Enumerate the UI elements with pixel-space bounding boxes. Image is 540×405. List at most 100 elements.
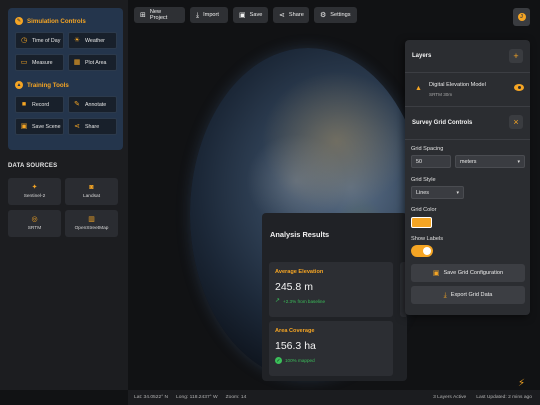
plus-square-icon: ⊞ [140,11,146,19]
divider [405,139,530,140]
save-scene-label: Save Scene [32,123,61,130]
compass-icon: ✎ [15,17,23,25]
measure-label: Measure [32,59,53,66]
mountain-icon: ▲ [415,85,422,92]
plot-area-icon: ▦ [73,59,81,66]
layer-name: Digital Elevation Model [429,82,486,88]
simulation-controls-header: ✎ Simulation Controls [15,17,86,25]
record-label: Record [32,101,50,108]
data-source-sentinel-2[interactable]: ✦ Sentinel-2 [8,178,61,205]
grid-color-swatch[interactable] [411,217,432,228]
data-source-openstreetmap[interactable]: ▥ OpenStreetMap [65,210,118,237]
latitude-readout: Lat: 34.0522° N [134,395,169,400]
annotate-button[interactable]: ✎ Annotate [68,96,117,113]
metric-status-text: 100% mapped [285,358,315,363]
data-source-label: Sentinel-2 [23,194,46,199]
status-bar: Lat: 34.0522° N Long: 118.2437° W Zoom: … [128,390,540,405]
help-fab-button[interactable]: ⚡ [513,375,530,391]
record-button[interactable]: ■ Record [15,96,64,113]
controls-panel: ✎ Simulation Controls ◷ Time of Day ☀ We… [8,8,123,150]
share-icon: ⋖ [279,11,285,19]
export-grid-data-button[interactable]: ⤓ Export Grid Data [411,286,525,304]
floppy-icon: ▣ [239,11,246,19]
floppy-icon: ▣ [432,269,440,277]
metric-trend: ↗ +2.3% from baseline [275,298,325,304]
weather-button[interactable]: ☀ Weather [68,32,117,49]
save-scene-button[interactable]: ▣ Save Scene [15,118,64,135]
save-grid-configuration-button[interactable]: ▣ Save Grid Configuration [411,264,525,282]
settings-button[interactable]: ⚙ Settings [314,7,357,23]
metric-status: ✓ 100% mapped [275,357,315,364]
share-scene-label: Share [85,123,100,130]
layer-source: SRTM 30m [429,92,453,97]
close-grid-controls-button[interactable]: × [509,115,523,129]
data-source-label: SRTM [27,226,42,231]
settings-label: Settings [330,12,351,18]
plus-icon: + [513,50,519,61]
metric-value: 245.8 m [275,281,313,293]
save-label: Save [249,12,263,18]
share-icon: ⋖ [74,123,80,130]
analysis-results-title: Analysis Results [270,230,330,239]
trend-up-icon: ↗ [275,298,281,304]
clock-icon: ◷ [20,37,28,44]
metric-label: Average Elevation [275,269,324,275]
lightning-icon: ⚡ [517,377,526,389]
user-menu-button[interactable]: J [513,8,530,26]
survey-grid-title: Survey Grid Controls [412,120,473,126]
import-label: Import [203,12,219,18]
grid-style-select[interactable]: Lines ▾ [411,186,464,199]
left-sidebar: ✎ Simulation Controls ◷ Time of Day ☀ We… [0,0,128,390]
grid-unit-value: meters [460,158,477,165]
layer-item-dem[interactable]: ▲ Digital Elevation Model SRTM 30m [411,77,525,101]
export-grid-label: Export Grid Data [450,292,493,298]
grid-style-label: Grid Style [411,177,436,183]
chevron-down-icon: ▾ [456,190,459,196]
grid-color-label: Grid Color [411,207,437,213]
visibility-eye-icon[interactable] [514,84,524,91]
share-scene-button[interactable]: ⋖ Share [68,118,117,135]
close-icon: × [513,116,519,127]
download-icon: ⤓ [196,11,200,19]
annotate-label: Annotate [85,101,107,108]
show-labels-label: Show Labels [411,236,444,242]
video-camera-icon: ■ [21,101,27,108]
divider [405,72,530,73]
import-button[interactable]: ⤓ Import [190,7,228,23]
training-tools-title: Training Tools [27,81,69,89]
plot-area-label: Plot Area [85,59,107,66]
time-of-day-button[interactable]: ◷ Time of Day [15,32,64,49]
weather-label: Weather [85,37,105,44]
metric-value: 156.3 ha [275,340,316,352]
target-icon: ◎ [31,216,38,223]
save-button[interactable]: ▣ Save [233,7,268,23]
new-project-button[interactable]: ⊞ New Project [134,7,185,23]
longitude-readout: Long: 118.2437° W [176,395,218,400]
metric-label: Area Coverage [275,328,315,334]
average-elevation-card: Average Elevation 245.8 m ↗ +2.3% from b… [269,262,393,317]
layers-title: Layers [412,53,432,59]
data-source-srtm[interactable]: ◎ SRTM [8,210,61,237]
show-labels-toggle[interactable] [411,245,433,257]
pencil-icon: ✎ [74,101,80,108]
analysis-results-panel: Analysis Results Average Elevation 245.8… [262,213,407,381]
grid-unit-select[interactable]: meters ▾ [455,155,525,168]
save-grid-label: Save Grid Configuration [443,270,504,276]
grid-spacing-value: 50 [416,158,422,165]
grid-style-value: Lines [416,189,429,196]
grid-spacing-input[interactable]: 50 [411,155,451,168]
add-layer-button[interactable]: + [509,49,523,63]
user-avatar: J [517,13,526,21]
share-button[interactable]: ⋖ Share [273,7,309,23]
plot-area-button[interactable]: ▦ Plot Area [68,54,117,71]
ruler-icon: ▭ [20,59,28,66]
satellite-icon: ✦ [31,184,38,191]
layers-active-count: 3 Layers Active [433,395,467,400]
check-circle-icon: ✓ [275,357,282,364]
measure-button[interactable]: ▭ Measure [15,54,64,71]
last-updated-text: Last Updated: 2 mins ago [476,395,532,400]
chevron-down-icon: ▾ [517,159,520,165]
data-source-landsat[interactable]: ◙ Landsat [65,178,118,205]
time-of-day-label: Time of Day [32,37,61,44]
simulation-controls-title: Simulation Controls [27,17,86,25]
